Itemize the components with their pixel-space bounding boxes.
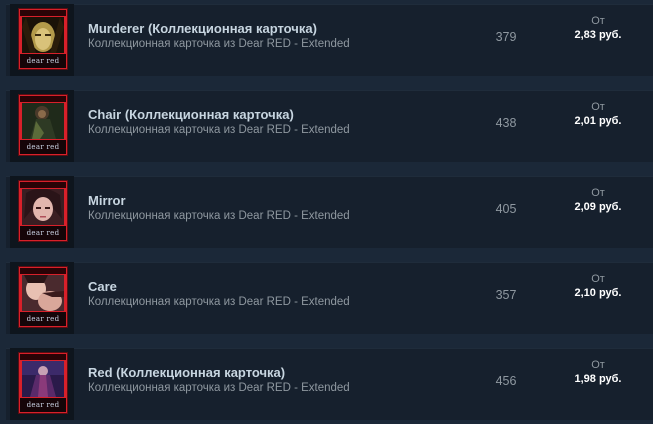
trading-card-image: dear red [18,180,68,242]
trading-card-image: dear red [18,266,68,328]
price-value: 2,09 руб. [574,201,622,213]
price-block: От 2,01 руб. [556,100,640,128]
price-value: 2,01 руб. [574,115,622,127]
market-listing-row[interactable]: dear red Mirror Коллекционная карточка и… [6,176,653,248]
card-art [22,275,64,311]
item-game: Коллекционная карточка из Dear RED - Ext… [88,124,350,136]
card-logo: dear red [20,398,66,412]
price-block: От 2,83 руб. [556,14,640,42]
listing-quantity: 357 [495,288,517,302]
card-title-strip [20,182,66,188]
price-from-label: От [591,15,605,27]
item-name[interactable]: Red (Коллекционная карточка) [88,365,285,380]
market-listing-row[interactable]: dear red Chair (Коллекционная карточка) … [6,90,653,162]
price-from-label: От [591,101,605,113]
card-art [22,189,64,225]
price-from-label: От [591,187,605,199]
market-listing-row[interactable]: dear red Care Коллекционная карточка из … [6,262,653,334]
card-logo: dear red [20,140,66,154]
trading-card-image: dear red [18,94,68,156]
price-value: 1,98 руб. [574,373,622,385]
card-title-strip [20,96,66,102]
item-game: Коллекционная карточка из Dear RED - Ext… [88,296,350,308]
card-thumbnail[interactable]: dear red [10,90,74,162]
market-listing-row[interactable]: dear red Red (Коллекционная карточка) Ко… [6,348,653,420]
card-thumbnail[interactable]: dear red [10,262,74,334]
card-logo: dear red [20,226,66,240]
card-thumbnail[interactable]: dear red [10,348,74,420]
card-logo: dear red [20,312,66,326]
item-name[interactable]: Murderer (Коллекционная карточка) [88,21,317,36]
market-listing-row[interactable]: dear red Murderer (Коллекционная карточк… [6,4,653,76]
item-name[interactable]: Mirror [88,193,126,208]
price-block: От 2,10 руб. [556,272,640,300]
card-art [22,17,64,53]
listing-quantity: 405 [495,202,517,216]
trading-card-image: dear red [18,352,68,414]
trading-card-image: dear red [18,8,68,70]
market-listing-list: dear red Murderer (Коллекционная карточк… [0,0,653,424]
item-name[interactable]: Care [88,279,117,294]
listing-quantity: 456 [495,374,517,388]
price-block: От 2,09 руб. [556,186,640,214]
price-from-label: От [591,359,605,371]
listing-quantity: 438 [495,116,517,130]
card-art [22,361,64,397]
price-from-label: От [591,273,605,285]
price-value: 2,83 руб. [574,29,622,41]
card-title-strip [20,268,66,274]
price-value: 2,10 руб. [574,287,622,299]
card-title-strip [20,10,66,16]
card-logo: dear red [20,54,66,68]
item-game: Коллекционная карточка из Dear RED - Ext… [88,38,350,50]
item-game: Коллекционная карточка из Dear RED - Ext… [88,210,350,222]
item-game: Коллекционная карточка из Dear RED - Ext… [88,382,350,394]
card-art [22,103,64,139]
price-block: От 1,98 руб. [556,358,640,386]
listing-quantity: 379 [495,30,517,44]
item-name[interactable]: Chair (Коллекционная карточка) [88,107,294,122]
card-thumbnail[interactable]: dear red [10,4,74,76]
card-title-strip [20,354,66,360]
card-thumbnail[interactable]: dear red [10,176,74,248]
